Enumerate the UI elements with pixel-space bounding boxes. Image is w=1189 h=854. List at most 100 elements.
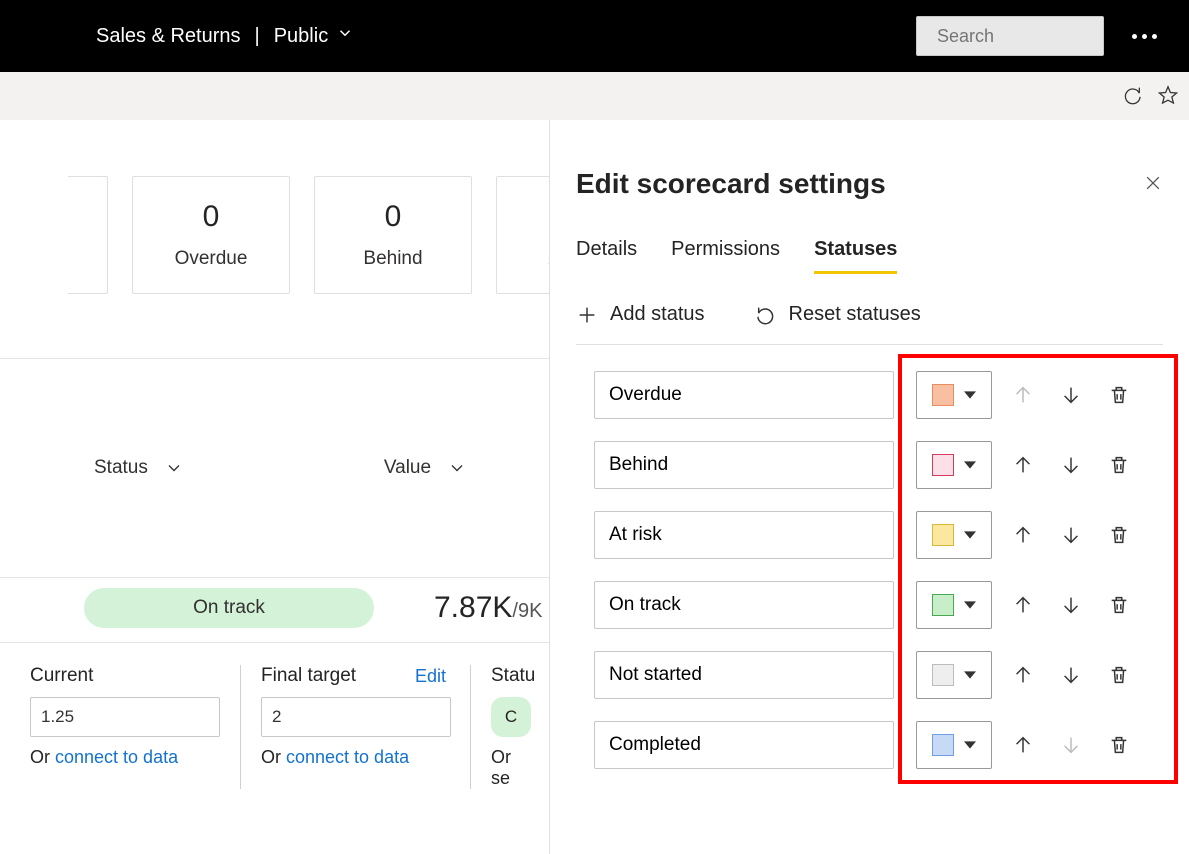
status-selector[interactable]: C bbox=[491, 697, 531, 737]
card-number: 0 bbox=[203, 200, 220, 234]
color-swatch bbox=[932, 734, 954, 756]
arrow-down-icon bbox=[1060, 664, 1082, 686]
workspace-title[interactable]: Sales & Returns bbox=[96, 25, 241, 48]
visibility-label: Public bbox=[274, 25, 328, 48]
visibility-dropdown[interactable]: Public bbox=[274, 24, 354, 48]
status-name-input[interactable] bbox=[594, 371, 894, 419]
plus-icon bbox=[576, 304, 598, 326]
current-label: Current bbox=[30, 665, 93, 687]
color-swatch bbox=[932, 524, 954, 546]
card-behind[interactable]: 0 Behind bbox=[314, 176, 472, 294]
status-row bbox=[594, 511, 1145, 559]
close-button[interactable] bbox=[1143, 173, 1163, 196]
panel-title: Edit scorecard settings bbox=[576, 168, 886, 200]
close-icon bbox=[1143, 173, 1163, 193]
col-value[interactable]: Value bbox=[384, 457, 467, 479]
status-list bbox=[576, 371, 1163, 769]
trash-icon bbox=[1108, 384, 1130, 406]
or-connect: Or connect to data bbox=[261, 747, 446, 768]
status-name-input[interactable] bbox=[594, 721, 894, 769]
move-down-button[interactable] bbox=[1054, 378, 1088, 412]
status-name-input[interactable] bbox=[594, 441, 894, 489]
separator: | bbox=[255, 25, 260, 48]
top-bar: Sales & Returns | Public bbox=[0, 0, 1189, 72]
move-up-button[interactable] bbox=[1006, 518, 1040, 552]
color-swatch bbox=[932, 664, 954, 686]
move-down-button[interactable] bbox=[1054, 588, 1088, 622]
col-status[interactable]: Status bbox=[94, 457, 184, 479]
card-label: Overdue bbox=[175, 248, 248, 270]
or-select: Or se bbox=[491, 747, 530, 789]
caret-down-icon bbox=[964, 739, 976, 751]
tab-permissions[interactable]: Permissions bbox=[671, 238, 780, 274]
add-status-label: Add status bbox=[610, 303, 705, 326]
value-denom: /9K bbox=[512, 600, 542, 622]
color-picker[interactable] bbox=[916, 721, 992, 769]
reset-statuses-button[interactable]: Reset statuses bbox=[755, 303, 921, 326]
move-down-button[interactable] bbox=[1054, 658, 1088, 692]
final-target-input[interactable] bbox=[261, 697, 451, 737]
add-status-button[interactable]: Add status bbox=[576, 303, 705, 326]
status-name-input[interactable] bbox=[594, 651, 894, 699]
reset-icon bbox=[755, 304, 777, 326]
search-box[interactable] bbox=[916, 16, 1104, 56]
connect-link[interactable]: connect to data bbox=[55, 747, 178, 767]
arrow-down-icon bbox=[1060, 524, 1082, 546]
status-name-input[interactable] bbox=[594, 511, 894, 559]
status-row bbox=[594, 371, 1145, 419]
reset-statuses-label: Reset statuses bbox=[789, 303, 921, 326]
trash-icon bbox=[1108, 734, 1130, 756]
arrow-down-icon bbox=[1060, 594, 1082, 616]
status-pill[interactable]: On track bbox=[84, 588, 374, 628]
refresh-button[interactable] bbox=[1121, 84, 1143, 109]
delete-button[interactable] bbox=[1102, 378, 1136, 412]
arrow-down-icon bbox=[1060, 384, 1082, 406]
card-label: Behind bbox=[363, 248, 422, 270]
arrow-down-icon bbox=[1060, 734, 1082, 756]
move-up-button bbox=[1006, 378, 1040, 412]
edit-link[interactable]: Edit bbox=[415, 666, 446, 687]
color-picker[interactable] bbox=[916, 511, 992, 559]
more-menu[interactable] bbox=[1124, 34, 1165, 39]
col-status-label: Status bbox=[94, 457, 148, 479]
color-picker[interactable] bbox=[916, 651, 992, 699]
caret-down-icon bbox=[964, 459, 976, 471]
status-row bbox=[594, 651, 1145, 699]
trash-icon bbox=[1108, 594, 1130, 616]
move-down-button[interactable] bbox=[1054, 448, 1088, 482]
status-name-input[interactable] bbox=[594, 581, 894, 629]
card-overdue[interactable]: 0 Overdue bbox=[132, 176, 290, 294]
chevron-down-icon bbox=[164, 458, 184, 478]
move-up-button[interactable] bbox=[1006, 728, 1040, 762]
color-picker[interactable] bbox=[916, 581, 992, 629]
status-label: Statu bbox=[491, 665, 535, 687]
caret-down-icon bbox=[964, 669, 976, 681]
arrow-up-icon bbox=[1012, 524, 1034, 546]
delete-button[interactable] bbox=[1102, 728, 1136, 762]
move-up-button[interactable] bbox=[1006, 448, 1040, 482]
sub-bar bbox=[0, 72, 1189, 120]
move-down-button[interactable] bbox=[1054, 518, 1088, 552]
arrow-up-icon bbox=[1012, 454, 1034, 476]
current-input[interactable] bbox=[30, 697, 220, 737]
color-swatch bbox=[932, 594, 954, 616]
delete-button[interactable] bbox=[1102, 588, 1136, 622]
move-up-button[interactable] bbox=[1006, 588, 1040, 622]
arrow-up-icon bbox=[1012, 594, 1034, 616]
final-target-label: Final target bbox=[261, 665, 356, 687]
favorite-button[interactable] bbox=[1157, 84, 1179, 109]
delete-button[interactable] bbox=[1102, 658, 1136, 692]
move-up-button[interactable] bbox=[1006, 658, 1040, 692]
caret-down-icon bbox=[964, 599, 976, 611]
delete-button[interactable] bbox=[1102, 518, 1136, 552]
tab-details[interactable]: Details bbox=[576, 238, 637, 274]
color-swatch bbox=[932, 454, 954, 476]
delete-button[interactable] bbox=[1102, 448, 1136, 482]
tab-statuses[interactable]: Statuses bbox=[814, 238, 897, 274]
arrow-up-icon bbox=[1012, 664, 1034, 686]
color-picker[interactable] bbox=[916, 441, 992, 489]
move-down-button bbox=[1054, 728, 1088, 762]
connect-link[interactable]: connect to data bbox=[286, 747, 409, 767]
status-row bbox=[594, 581, 1145, 629]
color-picker[interactable] bbox=[916, 371, 992, 419]
